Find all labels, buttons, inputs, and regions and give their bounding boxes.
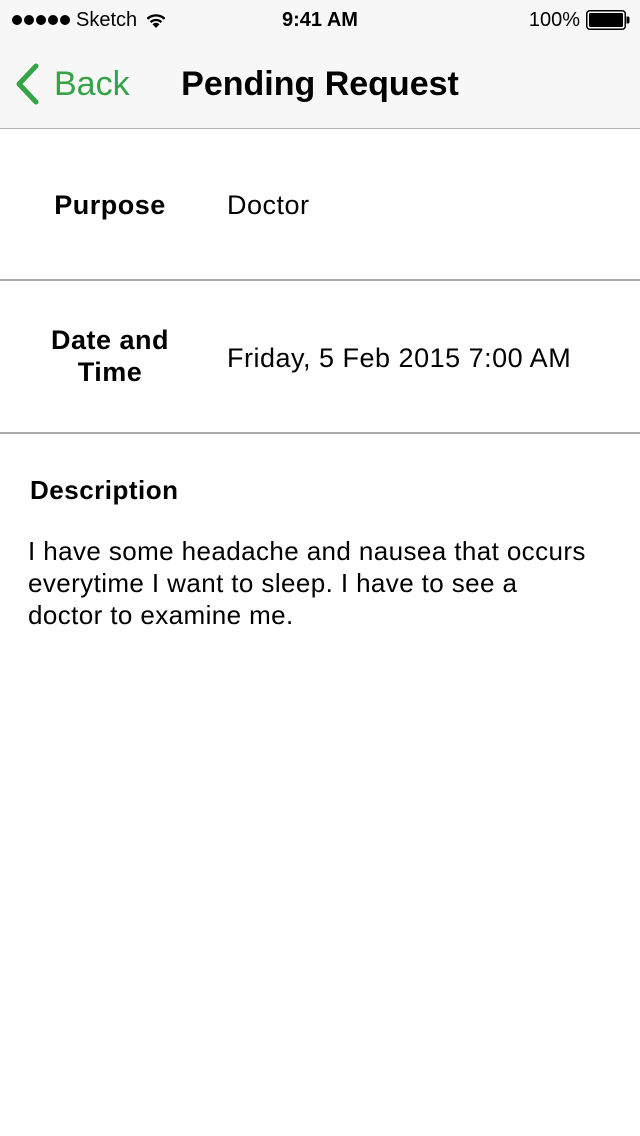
- status-bar: Sketch 9:41 AM 100%: [0, 0, 640, 40]
- description-heading: Description: [30, 475, 179, 505]
- battery-percent: 100%: [528, 9, 580, 31]
- page-title: Pending Request: [181, 65, 459, 103]
- navigation-bar: Back Pending Request: [0, 40, 640, 129]
- description-text: I have some headache and nausea that occ…: [28, 536, 586, 630]
- status-right: 100%: [529, 8, 630, 32]
- date-time-value: Friday, 5 Feb 2015 7:00 AM: [227, 343, 572, 373]
- divider: [0, 279, 640, 281]
- purpose-row: Purpose Doctor: [0, 129, 640, 281]
- divider: [0, 432, 640, 434]
- date-time-label: Date and Time: [50, 325, 170, 387]
- purpose-value: Doctor: [227, 190, 310, 220]
- date-time-row: Date and Time Friday, 5 Feb 2015 7:00 AM: [0, 282, 640, 433]
- battery-icon: [586, 10, 630, 30]
- pending-request-screen: Sketch 9:41 AM 100% Back Pending Request: [0, 0, 640, 1136]
- purpose-label: Purpose: [54, 190, 166, 220]
